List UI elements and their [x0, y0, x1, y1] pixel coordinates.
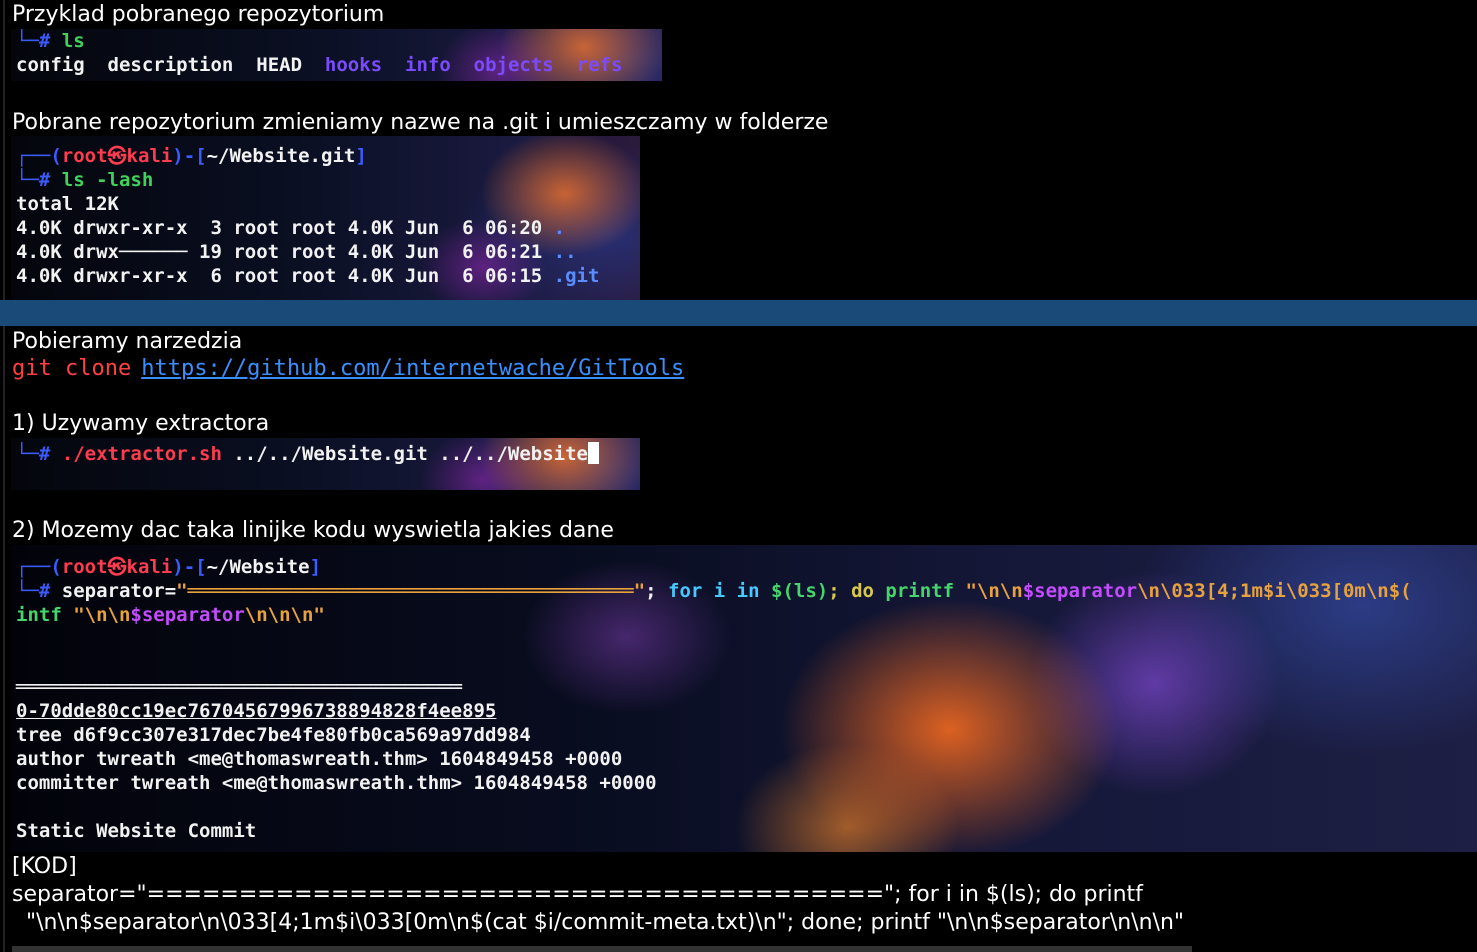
heading-example-repo: Przyklad pobranego repozytorium [12, 2, 385, 27]
terminal-commit-meta: ┌──(root㉿kali)-[~/Website] └─# separator… [11, 545, 1477, 852]
prompt-header: ┌──(root㉿kali)-[~/Website.git] [11, 144, 640, 168]
prompt-user: root㉿kali [61, 556, 173, 578]
kod-line-2: "\n\n$separator\n\033[4;1m$i\033[0m\n$(c… [12, 910, 1185, 935]
row-text: 4.0K drwxr-xr-x 6 root root 4.0K Jun 6 0… [16, 265, 554, 287]
prompt-bracket: ] [309, 556, 322, 578]
selection-band [0, 300, 1477, 326]
gittools-link[interactable]: https://github.com/internetwache/GitTool… [141, 356, 684, 381]
commit-id: 0-70dde80cc19ec76704567996738894828f4ee8… [16, 700, 497, 722]
kod-line-1: separator="=============================… [12, 882, 1143, 907]
prompt-bracket: ┌──( [16, 145, 62, 167]
prompt-symbol: └─# [16, 443, 62, 465]
heading-download-tools: Pobieramy narzedzia [12, 329, 243, 354]
cmd-ls: $(ls) [771, 580, 829, 602]
cmd-semicolon: ; [645, 580, 669, 602]
row-text: 4.0K drwx────── 19 root root 4.0K Jun 6 … [16, 241, 554, 263]
prompt-line: └─# ./extractor.sh ../../Website.git ../… [11, 442, 640, 466]
prompt-bracket: ┌──( [16, 556, 62, 578]
horizontal-scrollbar[interactable] [12, 946, 1192, 952]
prompt-path: ~/Website.git [206, 145, 356, 167]
command-text: ./extractor.sh [61, 443, 222, 465]
terminal-ls: └─# ls config description HEAD hooks inf… [11, 29, 662, 81]
heading-show-data: 2) Mozemy dac taka linijke kodu wyswietl… [12, 518, 614, 543]
output-row: 4.0K drwxr-xr-x 3 root root 4.0K Jun 6 0… [11, 216, 640, 240]
git-clone-line: git clone https://github.com/internetwach… [12, 356, 684, 381]
output-total: total 12K [16, 193, 119, 215]
row-name: .. [553, 241, 577, 263]
prompt-symbol: └─# [16, 30, 62, 52]
dir-hooks: hooks [324, 54, 383, 76]
row-name: .git [553, 265, 600, 287]
prompt-symbol: └─# [16, 169, 62, 191]
ls-output: config description HEAD hooks info objec… [11, 53, 662, 77]
prompt-header: ┌──(root㉿kali)-[~/Website] [11, 555, 1477, 579]
cmd-rest: \n\033[4;1m$i\033[0m\n$( [1137, 580, 1412, 602]
heading-kod: [KOD] [12, 854, 77, 879]
git-clone-command: git clone [12, 356, 132, 381]
row-name: . [553, 217, 566, 239]
cmd-printf: intf [16, 604, 74, 626]
cmd-quote: "\n\n [965, 580, 1023, 602]
output-row: 4.0K drwx────── 19 root root 4.0K Jun 6 … [11, 240, 640, 264]
cmd-var: $separator [130, 604, 245, 626]
prompt-line: └─# ls -lash [11, 168, 640, 192]
file-description: description [107, 54, 234, 76]
output-row: 4.0K drwxr-xr-x 6 root root 4.0K Jun 6 0… [11, 264, 640, 288]
file-head: HEAD [256, 54, 303, 76]
prompt-bracket: )-[ [172, 145, 207, 167]
prompt-symbol: └─# [16, 580, 62, 602]
prompt-path: ~/Website [206, 556, 310, 578]
command-args: ../../Website.git ../../Website [221, 443, 588, 465]
terminal-prompt-line: └─# ls [11, 29, 662, 53]
prompt-bracket: )-[ [172, 556, 207, 578]
row-text: 4.0K drwxr-xr-x 3 root root 4.0K Jun 6 0… [16, 217, 554, 239]
terminal-extractor: └─# ./extractor.sh ../../Website.git ../… [11, 438, 640, 490]
separator-rule: ═══════════════════════════════════════ [16, 676, 463, 698]
commit-tree: tree d6f9cc307e317dec7be4fe80fb0ca569a97… [16, 724, 531, 746]
cmd-var: $separator [1022, 580, 1138, 602]
dir-info: info [405, 54, 451, 76]
cmd-do: ; do [828, 580, 886, 602]
command-line: └─# separator="═════════════════════════… [11, 579, 1477, 603]
command-text: ls [61, 30, 85, 52]
left-border [3, 0, 5, 952]
text-cursor [587, 442, 599, 464]
cmd-printf: printf [885, 580, 966, 602]
command-line-wrap: intf "\n\n$separator\n\n\n" [11, 603, 1477, 627]
cmd-rest: \n\n\n" [244, 604, 325, 626]
cmd-quote: "\n\n [73, 604, 131, 626]
prompt-user: root㉿kali [61, 145, 173, 167]
commit-message: Static Website Commit [16, 820, 257, 842]
cmd-separator: separator= [61, 580, 177, 602]
file-config: config [16, 54, 85, 76]
terminal-ls-lash: ┌──(root㉿kali)-[~/Website.git] └─# ls -l… [11, 136, 640, 300]
cmd-for: for i in [668, 580, 771, 602]
commit-committer: committer twreath <me@thomaswreath.thm> … [16, 772, 657, 794]
heading-rename-repo: Pobrane repozytorium zmieniamy nazwe na … [12, 110, 829, 135]
cmd-string: "═══════════════════════════════════════… [176, 580, 646, 602]
prompt-bracket: ] [355, 145, 367, 167]
dir-objects: objects [473, 54, 554, 76]
heading-extractor: 1) Uzywamy extractora [12, 411, 270, 436]
commit-author: author twreath <me@thomaswreath.thm> 160… [16, 748, 623, 770]
command-text: ls -lash [61, 169, 154, 191]
dir-refs: refs [576, 54, 623, 76]
